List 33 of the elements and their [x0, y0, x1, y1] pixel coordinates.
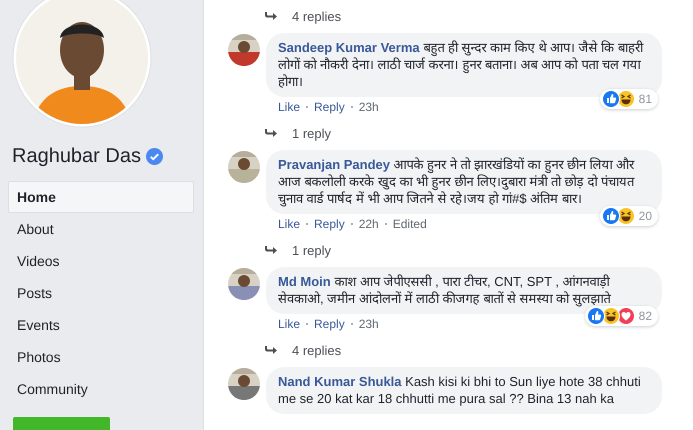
like-icon [602, 207, 620, 225]
nav-item[interactable]: Photos [8, 341, 194, 373]
action-link[interactable]: Like [278, 100, 300, 114]
comment-meta: Edited [392, 217, 427, 231]
comment-meta: 23h [358, 100, 379, 114]
nav-item[interactable]: About [8, 213, 194, 245]
action-link[interactable]: Reply [314, 100, 345, 114]
comment-meta: 22h [358, 217, 379, 231]
replies-link[interactable]: 4 replies [292, 342, 342, 358]
replies-link[interactable]: 1 reply [292, 242, 332, 258]
action-link[interactable]: Reply [314, 317, 345, 331]
action-link[interactable]: Reply [314, 217, 345, 231]
laughing-emoji-icon [602, 307, 620, 325]
page-name: Raghubar Das [12, 145, 141, 168]
nav-item[interactable]: Videos [8, 245, 194, 277]
nav-item[interactable]: Posts [8, 277, 194, 309]
like-icon [602, 90, 620, 108]
comment-bubble: Nand Kumar Shukla Kash kisi ki bhi to Sun liye hote 38 chhuti me se 20 kat kar 18 chhutti me pura sal ?? Bina 13 nah ka [266, 367, 662, 414]
action-link[interactable]: Like [278, 317, 300, 331]
nav-item[interactable]: Events [8, 309, 194, 341]
nav-item[interactable]: Home [8, 181, 194, 213]
like-icon [586, 307, 605, 325]
action-link[interactable]: Like [278, 217, 300, 231]
replies-link[interactable]: 4 replies [292, 8, 342, 24]
reply-arrow-icon [264, 11, 278, 21]
laughing-emoji-icon [616, 207, 635, 225]
reply-arrow-icon [264, 245, 278, 255]
comment-meta: 23h [358, 317, 379, 331]
reply-arrow-icon [264, 128, 278, 138]
laughing-emoji-icon [616, 90, 635, 108]
replies-link[interactable]: 1 reply [292, 126, 332, 140]
nav-item[interactable]: Community [8, 373, 194, 405]
reply-arrow-icon [264, 345, 278, 355]
